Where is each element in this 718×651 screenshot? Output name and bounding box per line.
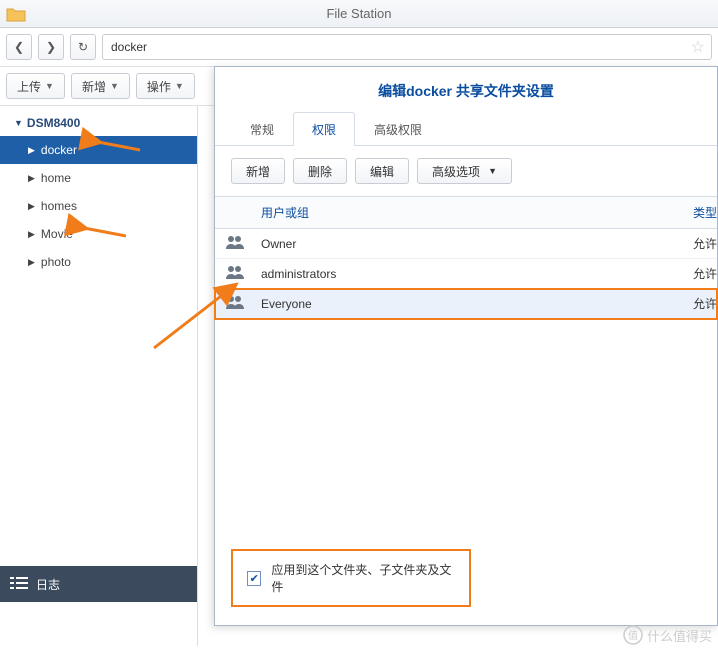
- nav-row: ❮ ❯ ↻ docker ☆: [0, 28, 718, 67]
- adv-options-button[interactable]: 高级选项▼: [417, 158, 512, 184]
- watermark: 值 什么值得买: [623, 625, 712, 645]
- dialog-title: 编辑docker 共享文件夹设置: [215, 67, 717, 111]
- table-row-everyone[interactable]: Everyone 允许: [215, 289, 717, 319]
- triangle-right-icon: ▶: [28, 229, 35, 240]
- permissions-dialog: 编辑docker 共享文件夹设置 常规 权限 高级权限 新增 删除 编辑 高级选…: [214, 66, 718, 626]
- dialog-tabs: 常规 权限 高级权限: [215, 111, 717, 146]
- sidebar-item-photo[interactable]: ▶photo: [0, 248, 197, 276]
- sidebar-item-home[interactable]: ▶home: [0, 164, 197, 192]
- forward-button[interactable]: ❯: [38, 34, 64, 60]
- logs-button[interactable]: 日志: [0, 566, 197, 602]
- path-value: docker: [111, 40, 147, 54]
- triangle-right-icon: ▶: [28, 173, 35, 184]
- chevron-down-icon: ▼: [45, 81, 54, 91]
- users-icon: [215, 289, 251, 318]
- chevron-down-icon: ▼: [110, 81, 119, 91]
- chevron-down-icon: ▼: [488, 166, 497, 176]
- chevron-down-icon: ▼: [175, 81, 184, 91]
- sidebar: ▼ DSM8400 ▶docker ▶home ▶homes ▶Movie ▶p…: [0, 106, 198, 646]
- svg-text:值: 值: [628, 629, 638, 642]
- sidebar-item-movie[interactable]: ▶Movie: [0, 220, 197, 248]
- star-icon[interactable]: ☆: [691, 37, 705, 57]
- table-header: 用户或组 类型: [215, 197, 717, 229]
- dialog-toolbar: 新增 删除 编辑 高级选项▼: [215, 146, 717, 196]
- triangle-right-icon: ▶: [28, 257, 35, 268]
- sidebar-item-docker[interactable]: ▶docker: [0, 136, 197, 164]
- window-titlebar: File Station: [0, 0, 718, 28]
- table-row[interactable]: administrators 允许: [215, 259, 717, 289]
- upload-button[interactable]: 上传▼: [6, 73, 65, 99]
- refresh-button[interactable]: ↻: [70, 34, 96, 60]
- back-button[interactable]: ❮: [6, 34, 32, 60]
- col-type[interactable]: 类型: [683, 197, 717, 228]
- triangle-down-icon: ▼: [14, 118, 23, 128]
- apply-to-subfolders[interactable]: ✔ 应用到这个文件夹、子文件夹及文件: [231, 549, 471, 607]
- delete-button[interactable]: 删除: [293, 158, 347, 184]
- add-button[interactable]: 新增: [231, 158, 285, 184]
- edit-button[interactable]: 编辑: [355, 158, 409, 184]
- tab-general[interactable]: 常规: [231, 112, 293, 146]
- triangle-right-icon: ▶: [28, 201, 35, 212]
- folder-icon: [6, 4, 26, 20]
- path-input[interactable]: docker ☆: [102, 34, 712, 60]
- permissions-table: 用户或组 类型 Owner 允许 administrators 允许 Every…: [215, 196, 717, 319]
- tree-root[interactable]: ▼ DSM8400: [0, 110, 197, 136]
- col-user[interactable]: 用户或组: [251, 197, 683, 228]
- new-button[interactable]: 新增▼: [71, 73, 130, 99]
- window-title: File Station: [326, 6, 391, 21]
- list-icon: [10, 576, 28, 593]
- table-row[interactable]: Owner 允许: [215, 229, 717, 259]
- tab-advanced[interactable]: 高级权限: [355, 112, 441, 146]
- users-icon: [215, 259, 251, 288]
- sidebar-item-homes[interactable]: ▶homes: [0, 192, 197, 220]
- checkbox-checked-icon[interactable]: ✔: [247, 571, 261, 586]
- triangle-right-icon: ▶: [28, 145, 35, 156]
- action-button[interactable]: 操作▼: [136, 73, 195, 99]
- users-icon: [215, 229, 251, 258]
- tab-permissions[interactable]: 权限: [293, 112, 355, 146]
